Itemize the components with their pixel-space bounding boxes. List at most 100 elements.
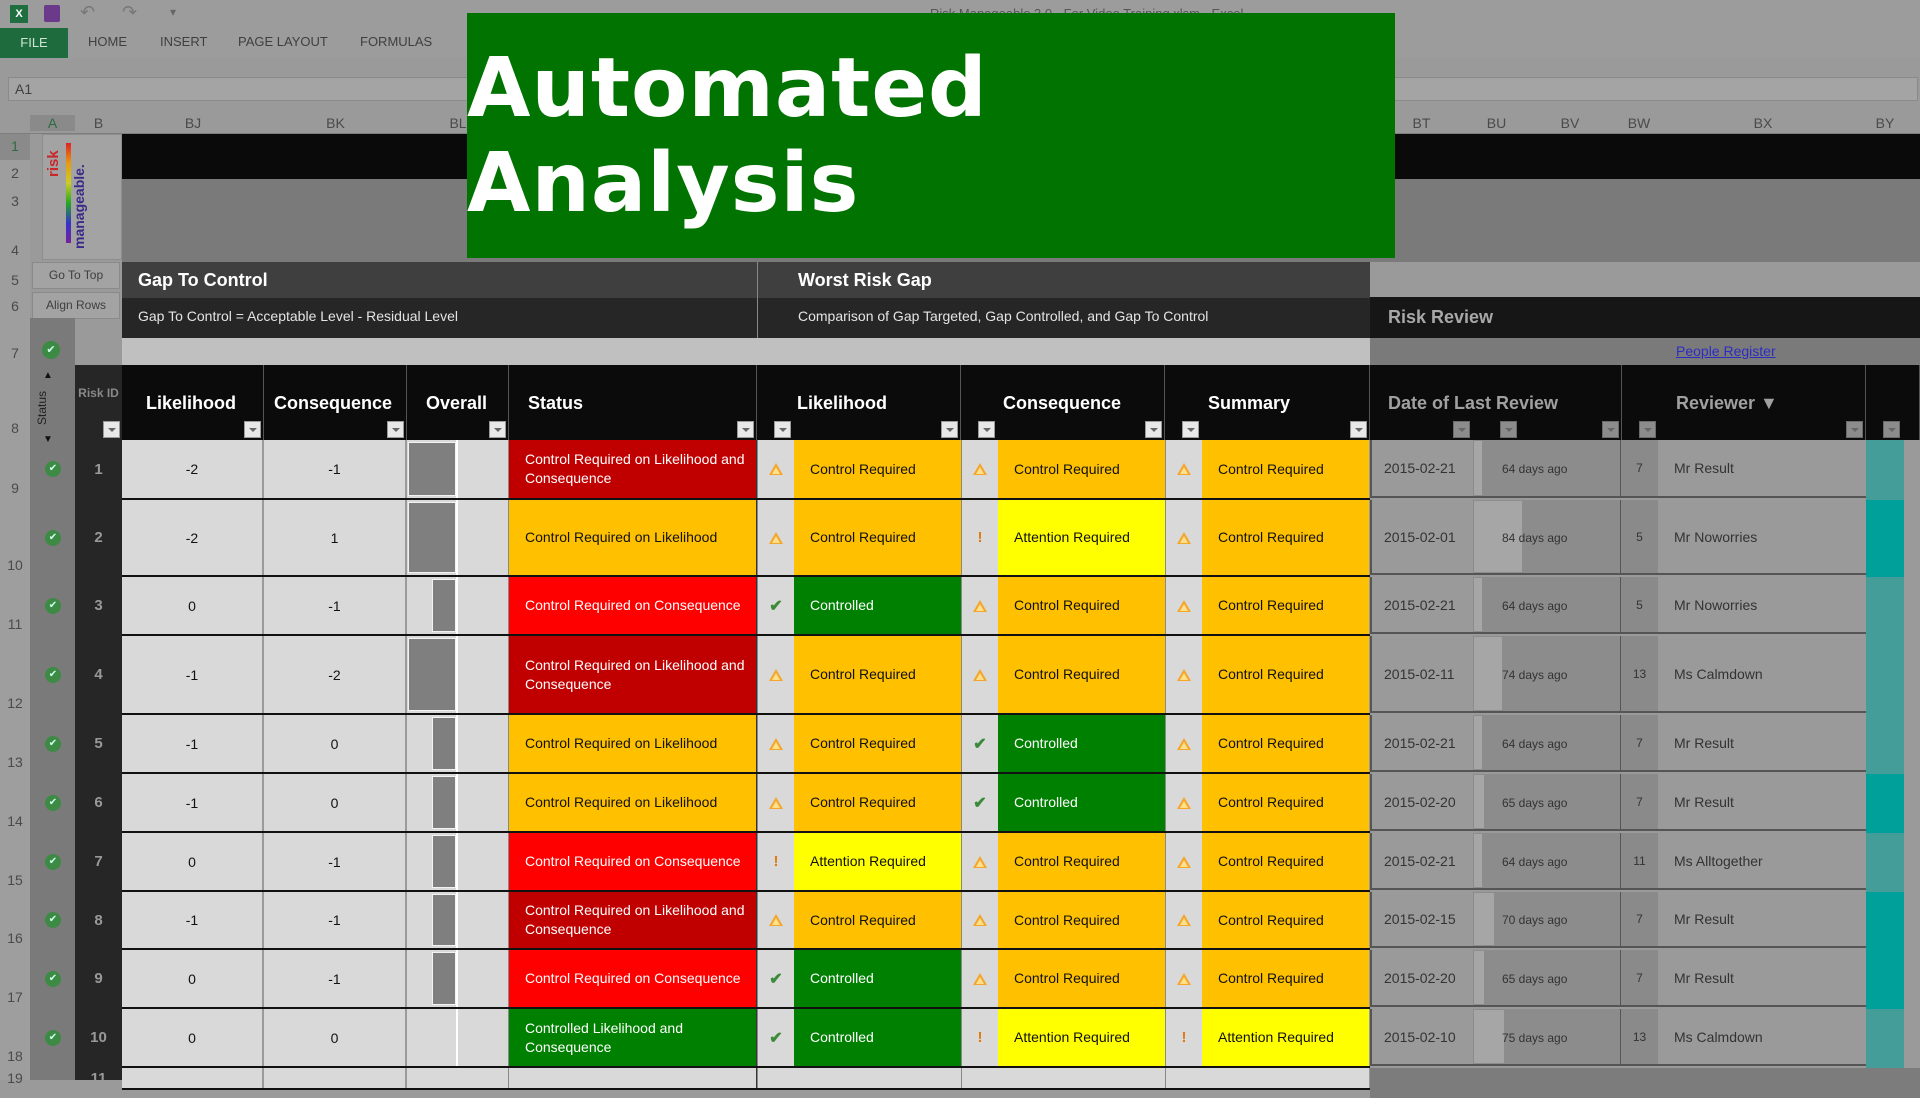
worst-gap-consequence-icon-cell: ✔ [961,715,998,772]
sort-up-icon[interactable]: ▲ [43,370,53,381]
worst-gap-consequence-cell: Control Required [998,950,1165,1007]
row-number[interactable]: 7 [0,345,30,361]
row-number[interactable]: 15 [0,872,30,888]
worst-risk-gap-title: Worst Risk Gap [757,262,1370,298]
row-status-ok-icon: ✔ [45,853,61,870]
reviewer-id: 7 [1620,440,1658,498]
row-number[interactable]: 2 [0,165,30,181]
status-cell: Control Required on Consequence [509,950,757,1007]
row-number[interactable]: 17 [0,989,30,1005]
filter-button[interactable] [1500,421,1517,438]
column-header-by[interactable]: BY [1866,115,1904,131]
worst-gap-likelihood-icon-cell [757,892,794,948]
filter-button[interactable] [1453,421,1470,438]
filter-button[interactable] [489,421,506,438]
review-date: 2015-02-21 [1370,440,1473,498]
align-rows-button[interactable]: Align Rows [32,292,120,319]
customize-toolbar-icon[interactable]: ▾ [170,5,176,19]
tab-file[interactable]: FILE [0,28,68,58]
check-icon: ✔ [973,794,987,812]
days-since-review: 64 days ago [1502,462,1568,476]
worst-gap-summary-cell: Control Required [1202,892,1369,948]
sort-down-icon[interactable]: ▼ [43,434,53,445]
column-header-bk[interactable]: BK [264,115,407,131]
people-register-link[interactable]: People Register [1676,343,1776,359]
tab-page-layout[interactable]: PAGE LAYOUT [238,34,328,49]
row-number[interactable]: 5 [0,272,30,288]
gap-consequence-value [264,1068,407,1088]
filter-button[interactable] [941,421,958,438]
filter-button[interactable] [1639,421,1656,438]
filter-button[interactable] [1182,421,1199,438]
column-header-bv[interactable]: BV [1520,115,1620,131]
risk-id: 8 [94,911,103,929]
title-banner: Automated Analysis [467,13,1395,258]
row-number[interactable]: 10 [0,557,30,573]
worst-gap-summary-cell: Control Required [1202,715,1369,772]
col-header-by [1866,365,1920,440]
row-number[interactable]: 6 [0,298,30,314]
row-number[interactable]: 18 [0,1048,30,1064]
review-date: 2015-02-01 [1370,500,1473,575]
column-header-a[interactable]: A [30,115,75,131]
risk-review-title: Risk Review [1370,297,1920,338]
row-number[interactable]: 16 [0,930,30,946]
overall-axis-line [456,950,458,1007]
filter-button[interactable] [1883,421,1900,438]
filter-button[interactable] [737,421,754,438]
filter-button[interactable] [978,421,995,438]
row-status-ok-icon: ✔ [45,461,61,477]
status-cell: Control Required on Likelihood and Conse… [509,892,757,948]
worst-gap-consequence-icon-cell [961,636,998,713]
row-number[interactable]: 8 [0,420,30,436]
filter-button[interactable] [1602,421,1619,438]
filter-button[interactable] [1145,421,1162,438]
redo-icon[interactable]: ↷ [122,2,137,23]
row-number[interactable]: 4 [0,242,30,258]
status-cell: Control Required on Consequence [509,577,757,634]
overall-bar [432,952,456,1005]
column-header-bj[interactable]: BJ [122,115,264,131]
column-header-bx[interactable]: BX [1660,115,1866,131]
save-icon[interactable] [44,5,60,22]
risk-id: 9 [94,970,103,987]
worst-gap-consequence-icon-cell: ! [961,500,998,575]
days-since-review-bar [1474,893,1494,945]
gap-likelihood-value: 0 [122,833,264,890]
worst-gap-summary-cell: Control Required [1202,636,1369,713]
risk-id-filter-button[interactable] [103,421,120,438]
worst-gap-likelihood-cell: Attention Required [794,833,961,890]
gap-likelihood-value: -1 [122,715,264,772]
filter-button[interactable] [1350,421,1367,438]
column-header-b[interactable]: B [75,115,122,131]
worst-gap-summary-cell: Control Required [1202,833,1369,890]
row-number[interactable]: 13 [0,754,30,770]
filter-button[interactable] [244,421,261,438]
row-number[interactable]: 3 [0,193,30,209]
row-number[interactable]: 1 [0,134,30,160]
row-number[interactable]: 19 [0,1070,30,1086]
gap-consequence-value: -1 [264,950,407,1007]
filter-button[interactable] [774,421,791,438]
tab-insert[interactable]: INSERT [160,34,207,49]
filter-button[interactable] [1846,421,1863,438]
warning-icon [1177,972,1191,985]
filter-button[interactable] [387,421,404,438]
tab-formulas[interactable]: FORMULAS [360,34,432,49]
column-header-bw[interactable]: BW [1620,115,1658,131]
col-header-reviewer: Reviewer ▼ [1622,365,1866,440]
row-number[interactable]: 11 [0,616,30,632]
undo-icon[interactable]: ↶ [80,2,95,23]
worst-gap-likelihood-cell: Controlled [794,950,961,1007]
row-number[interactable]: 14 [0,813,30,829]
column-header-bu[interactable]: BU [1473,115,1520,131]
gap-consequence-value: 0 [264,1009,407,1066]
row-number[interactable]: 9 [0,480,30,496]
go-to-top-button[interactable]: Go To Top [32,262,120,289]
overall-cell [407,774,509,831]
warning-icon [973,668,987,681]
tab-home[interactable]: HOME [88,34,127,49]
col-header-overall: Overall [407,365,509,440]
worst-gap-likelihood-icon-cell [757,774,794,831]
row-number[interactable]: 12 [0,695,30,711]
